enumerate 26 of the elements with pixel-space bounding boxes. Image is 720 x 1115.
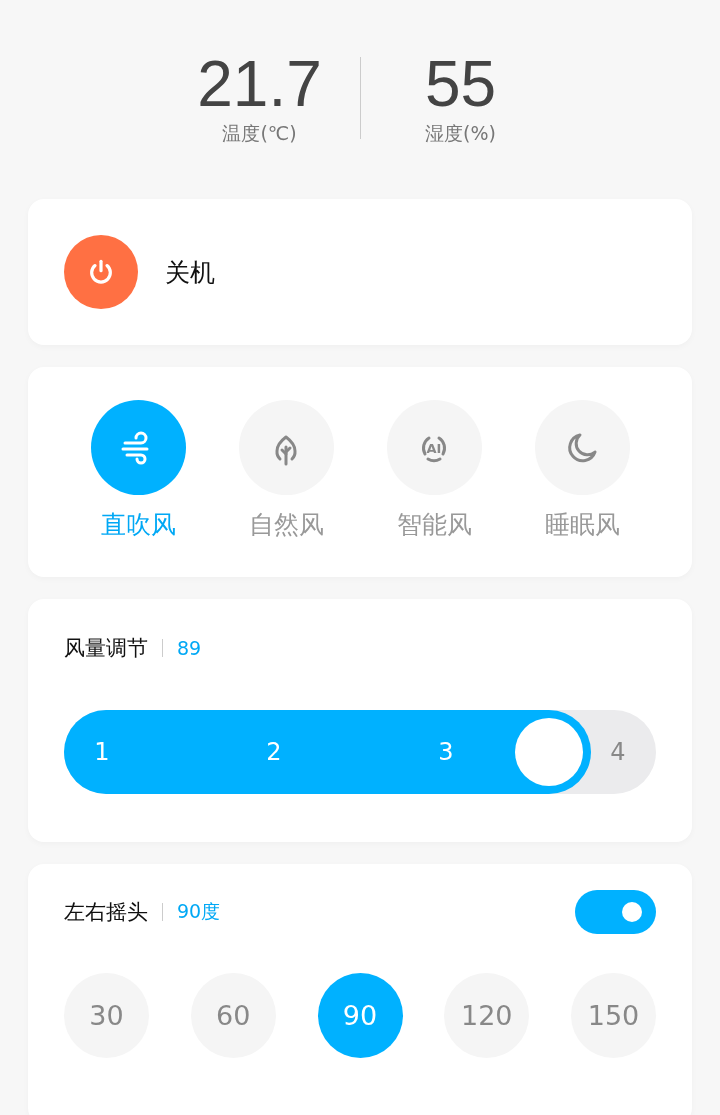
swing-angle-value: 90度 (177, 899, 221, 924)
fan-speed-slider[interactable]: 1 2 3 4 (64, 710, 656, 794)
angle-button[interactable]: 60 (190, 973, 276, 1058)
fan-speed-value: 89 (177, 637, 202, 659)
speed-tick-label: 4 (610, 738, 626, 766)
angle-button[interactable]: 120 (444, 973, 530, 1058)
mode-label: 智能风 (396, 509, 472, 541)
power-label: 关机 (165, 256, 215, 289)
angle-button[interactable]: 150 (571, 973, 656, 1058)
section-title: 左右摇头 (64, 899, 148, 926)
section-title: 风量调节 (64, 635, 148, 662)
reading-label: 温度(℃) (222, 121, 297, 146)
mode-label: 自然风 (248, 509, 324, 541)
reading-label: 湿度(%) (425, 121, 496, 146)
mode-button[interactable]: AI (386, 400, 482, 495)
reading-value: 21.7 (197, 49, 322, 119)
slider-thumb[interactable] (514, 718, 583, 786)
angle-button[interactable]: 30 (64, 973, 149, 1058)
reading-value: 55 (424, 49, 497, 119)
angle-button[interactable]: 90 (317, 973, 403, 1058)
mode-label: 直吹风 (100, 509, 176, 541)
speed-tick-label: 1 (94, 738, 110, 766)
mode-label: 睡眠风 (544, 509, 620, 541)
swing-toggle[interactable] (575, 890, 656, 934)
speed-tick-label: 2 (266, 738, 282, 766)
speed-tick-label: 3 (438, 738, 454, 766)
